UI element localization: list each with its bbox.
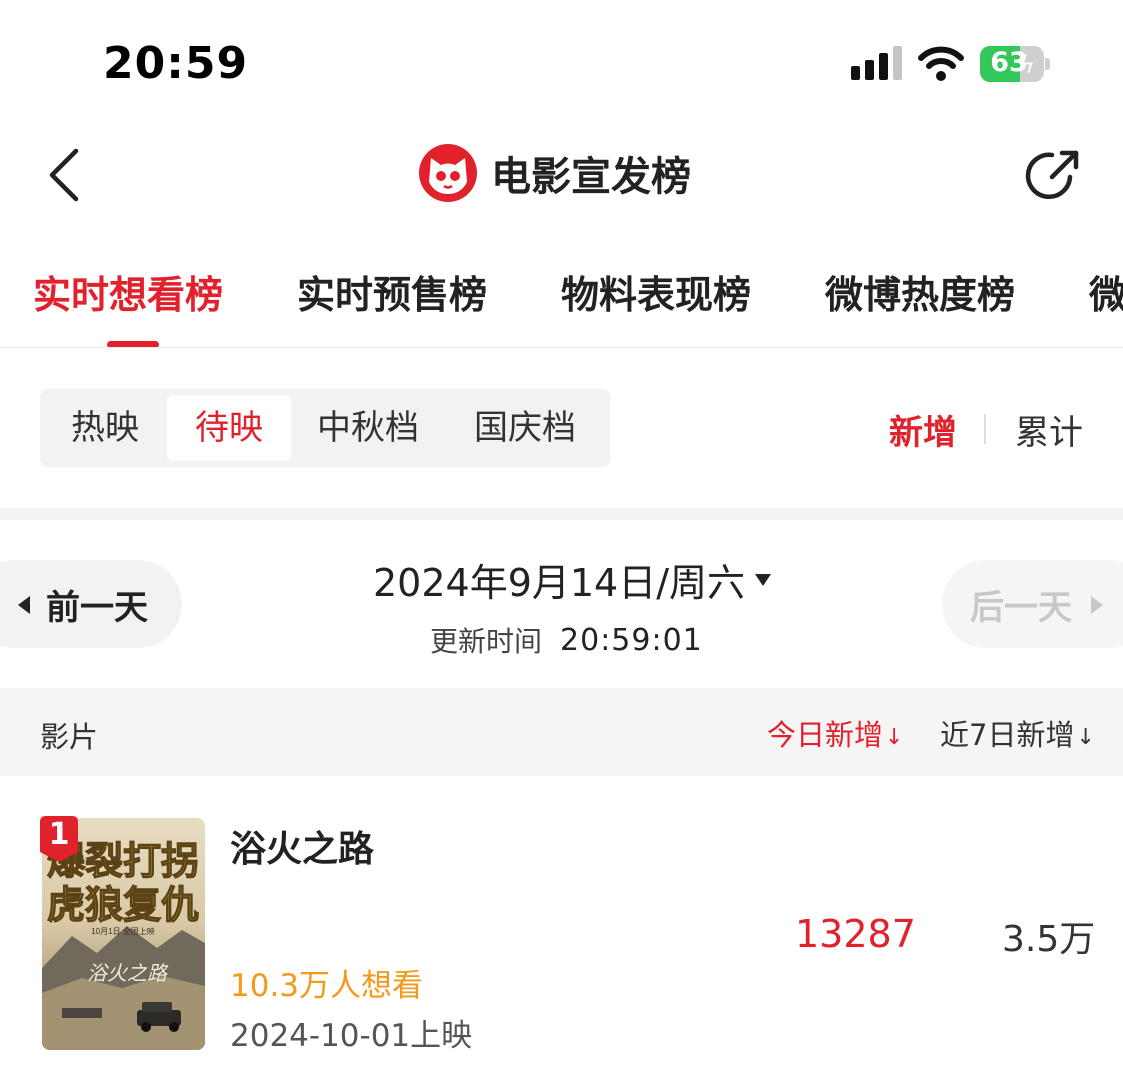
ranking-tabs: 实时想看榜 实时预售榜 物料表现榜 微博热度榜 微 bbox=[0, 240, 1123, 348]
tab-now-showing[interactable]: 热映 bbox=[50, 395, 160, 461]
column-week-new[interactable]: 近7日新增↓ bbox=[940, 712, 1095, 754]
right-triangle-icon bbox=[1091, 596, 1103, 614]
column-movie: 影片 bbox=[40, 720, 99, 754]
update-time-group: 更新时间 20:59:01 bbox=[430, 620, 703, 660]
column-week-label: 近7日新增 bbox=[940, 718, 1075, 752]
tab-realtime-want[interactable]: 实时想看榜 bbox=[33, 264, 223, 319]
tab-weibo-heat[interactable]: 微博热度榜 bbox=[825, 264, 1015, 319]
section-divider bbox=[0, 508, 1123, 520]
mode-total-button[interactable]: 累计 bbox=[1015, 405, 1083, 454]
maoyan-cat-logo-icon bbox=[419, 144, 477, 202]
date-picker[interactable]: 2024年9月14日/周六 bbox=[373, 552, 772, 607]
wifi-icon bbox=[918, 46, 964, 81]
prev-day-button[interactable]: 前一天 bbox=[0, 560, 182, 648]
status-bar: 20:59 63 ϟ bbox=[0, 0, 1123, 125]
want-count: 10.3万人想看 bbox=[230, 968, 424, 1004]
update-time-label: 更新时间 bbox=[430, 625, 543, 658]
column-today-label: 今日新增 bbox=[767, 718, 884, 752]
poster-release-line: 10月1日 全国上映 bbox=[91, 926, 155, 936]
share-button[interactable] bbox=[1024, 147, 1082, 205]
nav-bar: 电影宣发榜 bbox=[0, 125, 1123, 225]
sort-down-icon: ↓ bbox=[1076, 724, 1095, 750]
status-time: 20:59 bbox=[103, 38, 249, 89]
release-date: 2024-10-01上映 bbox=[230, 1018, 473, 1054]
tab-national-day[interactable]: 国庆档 bbox=[460, 395, 590, 461]
rank-number: 1 bbox=[48, 817, 70, 852]
tab-material-performance[interactable]: 物料表现榜 bbox=[561, 264, 751, 319]
page-title: 电影宣发榜 bbox=[491, 154, 691, 200]
tab-mid-autumn[interactable]: 中秋档 bbox=[303, 395, 433, 461]
category-tabs: 热映 待映 中秋档 国庆档 bbox=[40, 389, 610, 467]
current-date: 2024年9月14日/周六 bbox=[373, 561, 746, 605]
active-tab-indicator bbox=[107, 341, 159, 347]
battery-icon: 63 ϟ bbox=[980, 46, 1050, 82]
movie-title[interactable]: 浴火之路 bbox=[230, 820, 374, 872]
tab-weibo-more[interactable]: 微 bbox=[1089, 264, 1123, 319]
cellular-signal-icon bbox=[851, 46, 902, 80]
next-day-button[interactable]: 后一天 bbox=[942, 560, 1123, 648]
tab-upcoming[interactable]: 待映 bbox=[167, 395, 291, 461]
charging-bolt-icon: ϟ bbox=[1019, 51, 1035, 79]
today-new-value: 13287 bbox=[795, 912, 916, 956]
poster-title-line-2: 虎狼复仇 bbox=[47, 885, 199, 927]
column-today-new[interactable]: 今日新增↓ bbox=[767, 712, 903, 754]
nav-title-group: 电影宣发榜 bbox=[419, 143, 691, 203]
sort-down-icon: ↓ bbox=[885, 724, 904, 750]
mode-new-button[interactable]: 新增 bbox=[889, 405, 957, 454]
table-header: 影片 今日新增↓ 近7日新增↓ bbox=[0, 688, 1123, 776]
update-time-value: 20:59:01 bbox=[560, 622, 703, 658]
prev-day-label: 前一天 bbox=[46, 588, 148, 628]
table-row[interactable]: 爆裂打拐 虎狼复仇 10月1日 全国上映 浴火之路 1 浴火之路 10.3万人想… bbox=[0, 776, 1123, 1080]
week-new-value: 3.5万 bbox=[1002, 919, 1096, 960]
caret-down-icon bbox=[755, 573, 772, 586]
back-button[interactable] bbox=[40, 145, 90, 205]
mode-divider bbox=[984, 414, 986, 444]
next-day-label: 后一天 bbox=[970, 588, 1072, 628]
poster-movie-title: 浴火之路 bbox=[87, 963, 169, 985]
left-triangle-icon bbox=[18, 596, 30, 614]
tab-realtime-presale[interactable]: 实时预售榜 bbox=[297, 264, 487, 319]
